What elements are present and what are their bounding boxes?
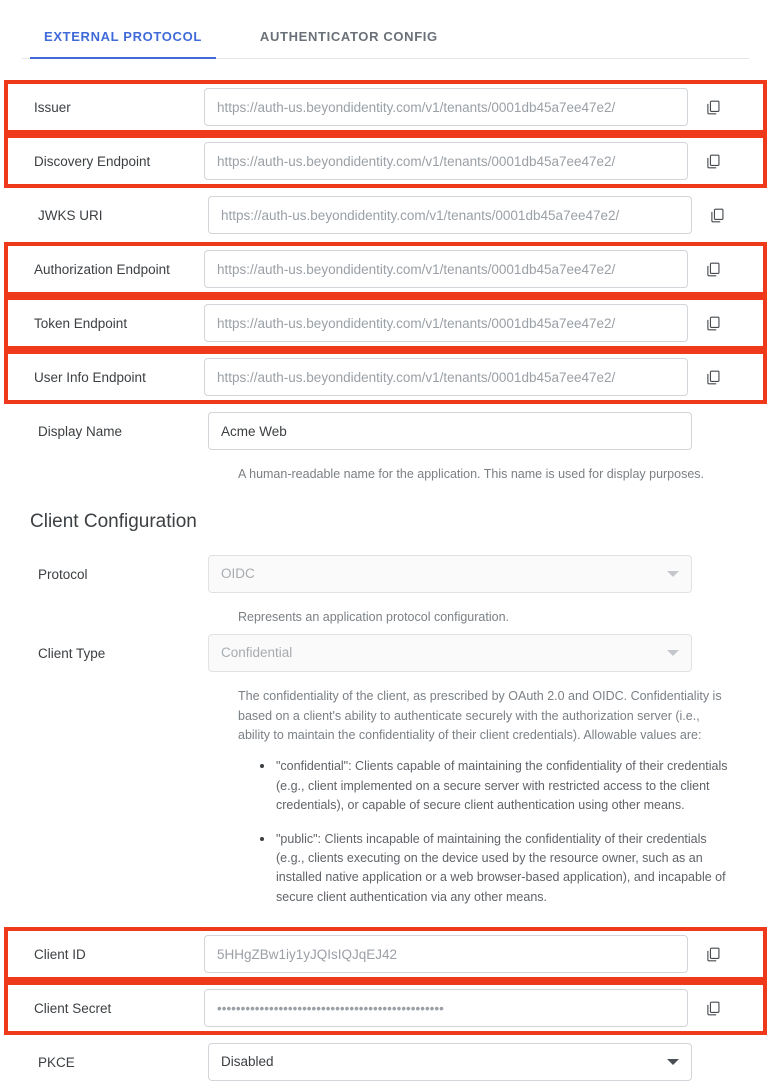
- external-protocol-form: Issuer https://auth-us.beyondidentity.co…: [0, 80, 771, 1089]
- tab-authenticator-config[interactable]: AUTHENTICATOR CONFIG: [246, 29, 452, 58]
- helper-block-display-name: A human-readable name for the applicatio…: [8, 465, 763, 483]
- client-type-select[interactable]: Confidential: [208, 634, 692, 673]
- user-info-endpoint-input[interactable]: https://auth-us.beyondidentity.com/v1/te…: [204, 358, 688, 396]
- control-client-type: Confidential: [208, 634, 755, 673]
- chevron-down-icon: [667, 650, 679, 657]
- tab-external-protocol[interactable]: EXTERNAL PROTOCOL: [30, 29, 216, 59]
- field-row-jwks-uri: JWKS URI https://auth-us.beyondidentity.…: [8, 188, 763, 242]
- label-display-name: Display Name: [38, 423, 123, 439]
- label-authorization-endpoint: Authorization Endpoint: [34, 261, 170, 277]
- copy-icon[interactable]: [696, 144, 730, 178]
- pkce-select-value: Disabled: [221, 1054, 274, 1069]
- discovery-endpoint-input[interactable]: https://auth-us.beyondidentity.com/v1/te…: [204, 142, 688, 180]
- helper-client-type-paragraph: The confidentiality of the client, as pr…: [238, 689, 722, 742]
- control-client-secret: ••••••••••••••••••••••••••••••••••••••••…: [204, 989, 759, 1027]
- helper-block-client-type: The confidentiality of the client, as pr…: [8, 687, 763, 907]
- control-user-info-endpoint: https://auth-us.beyondidentity.com/v1/te…: [204, 358, 759, 396]
- list-item: "confidential": Clients capable of maint…: [260, 757, 730, 815]
- tab-bar: EXTERNAL PROTOCOL AUTHENTICATOR CONFIG: [22, 0, 749, 59]
- control-protocol: OIDC: [208, 555, 755, 594]
- protocol-select[interactable]: OIDC: [208, 555, 692, 594]
- field-row-client-id: Client ID 5HHgZBw1iy1yJQIsIQJqEJ42: [4, 927, 767, 981]
- control-discovery-endpoint: https://auth-us.beyondidentity.com/v1/te…: [204, 142, 759, 180]
- jwks-uri-input[interactable]: https://auth-us.beyondidentity.com/v1/te…: [208, 196, 692, 234]
- field-row-pkce: PKCE Disabled: [8, 1035, 763, 1089]
- label-client-type: Client Type: [38, 645, 106, 661]
- copy-icon[interactable]: [696, 937, 730, 971]
- helper-protocol: Represents an application protocol confi…: [238, 610, 510, 625]
- display-name-input[interactable]: Acme Web: [208, 412, 692, 450]
- field-row-user-info-endpoint: User Info Endpoint https://auth-us.beyon…: [4, 350, 767, 404]
- copy-icon[interactable]: [696, 991, 730, 1025]
- copy-icon[interactable]: [696, 90, 730, 124]
- label-issuer: Issuer: [34, 99, 71, 115]
- field-row-discovery-endpoint: Discovery Endpoint https://auth-us.beyon…: [4, 134, 767, 188]
- client-id-input[interactable]: 5HHgZBw1iy1yJQIsIQJqEJ42: [204, 935, 688, 973]
- label-discovery-endpoint: Discovery Endpoint: [34, 153, 151, 169]
- issuer-input[interactable]: https://auth-us.beyondidentity.com/v1/te…: [204, 88, 688, 126]
- copy-icon[interactable]: [696, 252, 730, 286]
- list-item: "public": Clients incapable of maintaini…: [260, 830, 730, 908]
- control-authorization-endpoint: https://auth-us.beyondidentity.com/v1/te…: [204, 250, 759, 288]
- field-row-issuer: Issuer https://auth-us.beyondidentity.co…: [4, 80, 767, 134]
- authorization-endpoint-input[interactable]: https://auth-us.beyondidentity.com/v1/te…: [204, 250, 688, 288]
- helper-display-name: A human-readable name for the applicatio…: [238, 467, 705, 481]
- pkce-select[interactable]: Disabled: [208, 1043, 692, 1081]
- protocol-select-value: OIDC: [221, 566, 255, 582]
- chevron-down-icon: [667, 571, 679, 578]
- field-row-display-name: Display Name Acme Web: [8, 404, 763, 458]
- control-pkce: Disabled: [208, 1043, 755, 1081]
- control-token-endpoint: https://auth-us.beyondidentity.com/v1/te…: [204, 304, 759, 342]
- control-jwks-uri: https://auth-us.beyondidentity.com/v1/te…: [208, 196, 755, 234]
- label-protocol: Protocol: [38, 566, 88, 582]
- chevron-down-icon: [667, 1059, 679, 1065]
- label-token-endpoint: Token Endpoint: [34, 315, 128, 331]
- control-client-id: 5HHgZBw1iy1yJQIsIQJqEJ42: [204, 935, 759, 973]
- control-display-name: Acme Web: [208, 412, 755, 450]
- token-endpoint-input[interactable]: https://auth-us.beyondidentity.com/v1/te…: [204, 304, 688, 342]
- copy-icon[interactable]: [700, 198, 734, 232]
- field-row-authorization-endpoint: Authorization Endpoint https://auth-us.b…: [4, 242, 767, 296]
- helper-block-protocol: Represents an application protocol confi…: [8, 608, 763, 626]
- client-type-select-value: Confidential: [221, 645, 293, 661]
- label-user-info-endpoint: User Info Endpoint: [34, 369, 146, 385]
- helper-client-type-bullets: "confidential": Clients capable of maint…: [260, 757, 730, 907]
- section-title-client-configuration: Client Configuration: [30, 511, 197, 533]
- field-row-client-secret: Client Secret ••••••••••••••••••••••••••…: [4, 981, 767, 1035]
- field-row-token-endpoint: Token Endpoint https://auth-us.beyondide…: [4, 296, 767, 350]
- control-issuer: https://auth-us.beyondidentity.com/v1/te…: [204, 88, 759, 126]
- label-client-id: Client ID: [34, 946, 86, 962]
- label-pkce: PKCE: [38, 1054, 75, 1070]
- copy-icon[interactable]: [696, 360, 730, 394]
- field-row-protocol: Protocol OIDC: [8, 547, 763, 601]
- label-jwks-uri: JWKS URI: [38, 207, 103, 223]
- label-client-secret: Client Secret: [34, 1000, 112, 1016]
- copy-icon[interactable]: [696, 306, 730, 340]
- client-secret-input[interactable]: ••••••••••••••••••••••••••••••••••••••••…: [204, 989, 688, 1027]
- field-row-client-type: Client Type Confidential: [8, 626, 763, 680]
